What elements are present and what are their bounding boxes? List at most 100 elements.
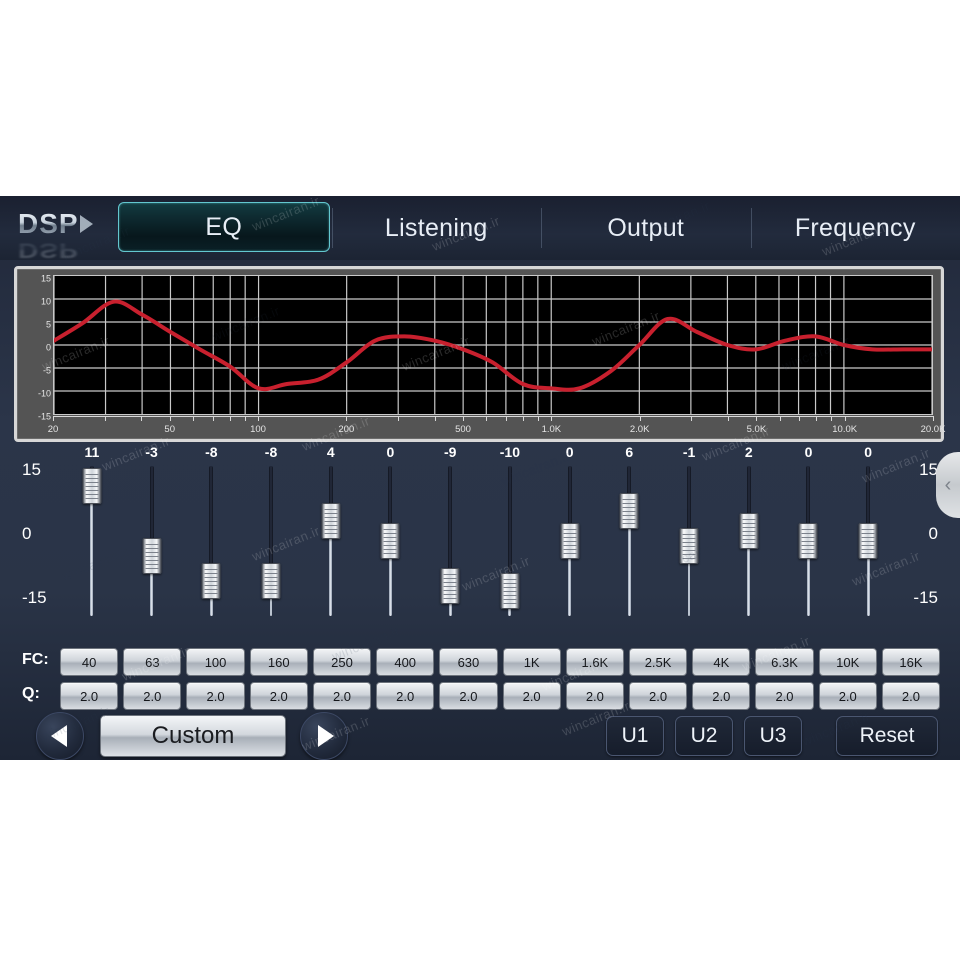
chevron-left-icon: ‹	[944, 473, 952, 496]
x-axis-tick	[727, 416, 729, 421]
user-preset-u2-button[interactable]: U2	[675, 716, 733, 756]
tab-eq[interactable]: EQ	[118, 202, 330, 252]
eq-band-value: 0	[804, 444, 813, 460]
slider-thumb[interactable]	[500, 573, 520, 609]
q-value-button[interactable]: 2.0	[186, 682, 245, 710]
slider-thumb[interactable]	[739, 513, 759, 549]
fc-value-button[interactable]: 40	[60, 648, 119, 676]
q-row-label: Q:	[22, 685, 40, 702]
fc-value-button[interactable]: 400	[376, 648, 435, 676]
eq-scale-left-tick: 15	[22, 460, 41, 479]
q-value-button[interactable]: 2.0	[628, 682, 688, 710]
eq-band-slider[interactable]	[798, 466, 818, 616]
slider-thumb[interactable]	[798, 523, 818, 559]
slider-thumb[interactable]	[619, 493, 639, 529]
q-value-button[interactable]: 2.0	[376, 682, 435, 710]
arrow-right-icon	[317, 725, 334, 747]
screen: DSP DSP EQ Listening Output Frequency 15 10 5…	[0, 0, 960, 960]
preset-prev-button[interactable]	[36, 712, 84, 760]
eq-band-value: -9	[443, 444, 457, 460]
eq-band-slider[interactable]	[500, 466, 520, 616]
fc-value-button[interactable]: 250	[312, 648, 372, 676]
q-value-button[interactable]: 2.0	[565, 682, 624, 710]
eq-band-slider[interactable]	[201, 466, 221, 616]
slider-thumb[interactable]	[858, 523, 878, 559]
q-value-button[interactable]: 2.0	[881, 682, 941, 710]
tab-label: Frequency	[794, 213, 916, 242]
tab-frequency[interactable]: Frequency	[750, 196, 960, 260]
q-value-button[interactable]: 2.0	[60, 682, 119, 710]
fc-value-button[interactable]: 16K	[881, 648, 941, 676]
eq-band-slider[interactable]	[380, 466, 400, 616]
eq-band-slider[interactable]	[82, 466, 102, 616]
eq-band: 2	[719, 444, 779, 640]
x-axis-tick	[212, 416, 214, 421]
side-panel-handle[interactable]: ‹	[936, 452, 960, 518]
eq-response-curve	[54, 302, 932, 390]
x-axis-tick	[816, 416, 818, 421]
q-value-button[interactable]: 2.0	[755, 682, 814, 710]
q-value-button[interactable]: 2.0	[123, 682, 182, 710]
tab-label: Output	[607, 213, 685, 242]
q-value-button[interactable]: 2.0	[249, 682, 308, 710]
fc-value-button[interactable]: 4K	[692, 648, 751, 676]
fc-value-button[interactable]: 10K	[818, 648, 877, 676]
graph-x-tick: 5.0K	[746, 424, 767, 435]
slider-thumb[interactable]	[440, 568, 460, 604]
fc-value-button[interactable]: 160	[249, 648, 308, 676]
reset-button[interactable]: Reset	[836, 716, 938, 756]
eq-band-slider[interactable]	[858, 466, 878, 616]
tab-output[interactable]: Output	[541, 196, 751, 260]
fc-value-button[interactable]: 630	[439, 648, 498, 676]
slider-thumb[interactable]	[321, 503, 341, 539]
eq-band-slider[interactable]	[440, 466, 460, 616]
graph-x-tick: 200	[338, 424, 355, 435]
fc-value-button[interactable]: 100	[186, 648, 245, 676]
user-preset-u3-button[interactable]: U3	[744, 716, 802, 756]
eq-scale-left-tick: -15	[22, 588, 47, 607]
slider-track-lower	[90, 486, 94, 616]
eq-band-slider[interactable]	[142, 466, 162, 616]
fc-value-button[interactable]: 2.5K	[628, 648, 688, 676]
slider-thumb[interactable]	[201, 563, 221, 599]
x-axis-tick	[397, 416, 399, 421]
slider-thumb[interactable]	[560, 523, 580, 559]
q-value-button[interactable]: 2.0	[502, 682, 561, 710]
eq-band: 11	[62, 444, 122, 640]
graph-y-tick: -5	[42, 365, 51, 376]
eq-band-slider[interactable]	[619, 466, 639, 616]
slider-thumb[interactable]	[261, 563, 281, 599]
q-value-button[interactable]: 2.0	[312, 682, 372, 710]
preset-next-button[interactable]	[300, 712, 348, 760]
graph-x-tick: 2.0K	[629, 424, 650, 435]
eq-scale-left-tick: 0	[22, 524, 32, 543]
eq-band-slider[interactable]	[261, 466, 281, 616]
x-axis-tick	[346, 416, 348, 421]
slider-thumb[interactable]	[679, 528, 699, 564]
eq-band-slider[interactable]	[679, 466, 699, 616]
q-value-button[interactable]: 2.0	[818, 682, 877, 710]
eq-band-slider[interactable]	[739, 466, 759, 616]
slider-thumb[interactable]	[142, 538, 162, 574]
fc-value-button[interactable]: 1K	[502, 648, 561, 676]
slider-thumb[interactable]	[380, 523, 400, 559]
user-preset-u1-button[interactable]: U1	[606, 716, 664, 756]
q-value-button[interactable]: 2.0	[692, 682, 751, 710]
header-bar: DSP DSP EQ Listening Output Frequency	[0, 196, 960, 262]
eq-band: -3	[122, 444, 182, 640]
eq-band-slider[interactable]	[321, 466, 341, 616]
fc-value-button[interactable]: 6.3K	[755, 648, 814, 676]
fc-value-button[interactable]: 1.6K	[565, 648, 624, 676]
eq-band-slider[interactable]	[560, 466, 580, 616]
preset-name-button[interactable]: Custom	[100, 715, 286, 757]
tab-label: Listening	[384, 213, 488, 242]
q-value-button[interactable]: 2.0	[439, 682, 498, 710]
fc-value-button[interactable]: 63	[123, 648, 182, 676]
dsp-logo: DSP DSP	[18, 206, 114, 262]
eq-band: 4	[301, 444, 361, 640]
x-axis-tick	[799, 416, 801, 421]
slider-thumb[interactable]	[82, 468, 102, 504]
x-axis-tick	[831, 416, 833, 421]
x-axis-tick	[486, 416, 488, 421]
tab-listening[interactable]: Listening	[331, 196, 542, 260]
